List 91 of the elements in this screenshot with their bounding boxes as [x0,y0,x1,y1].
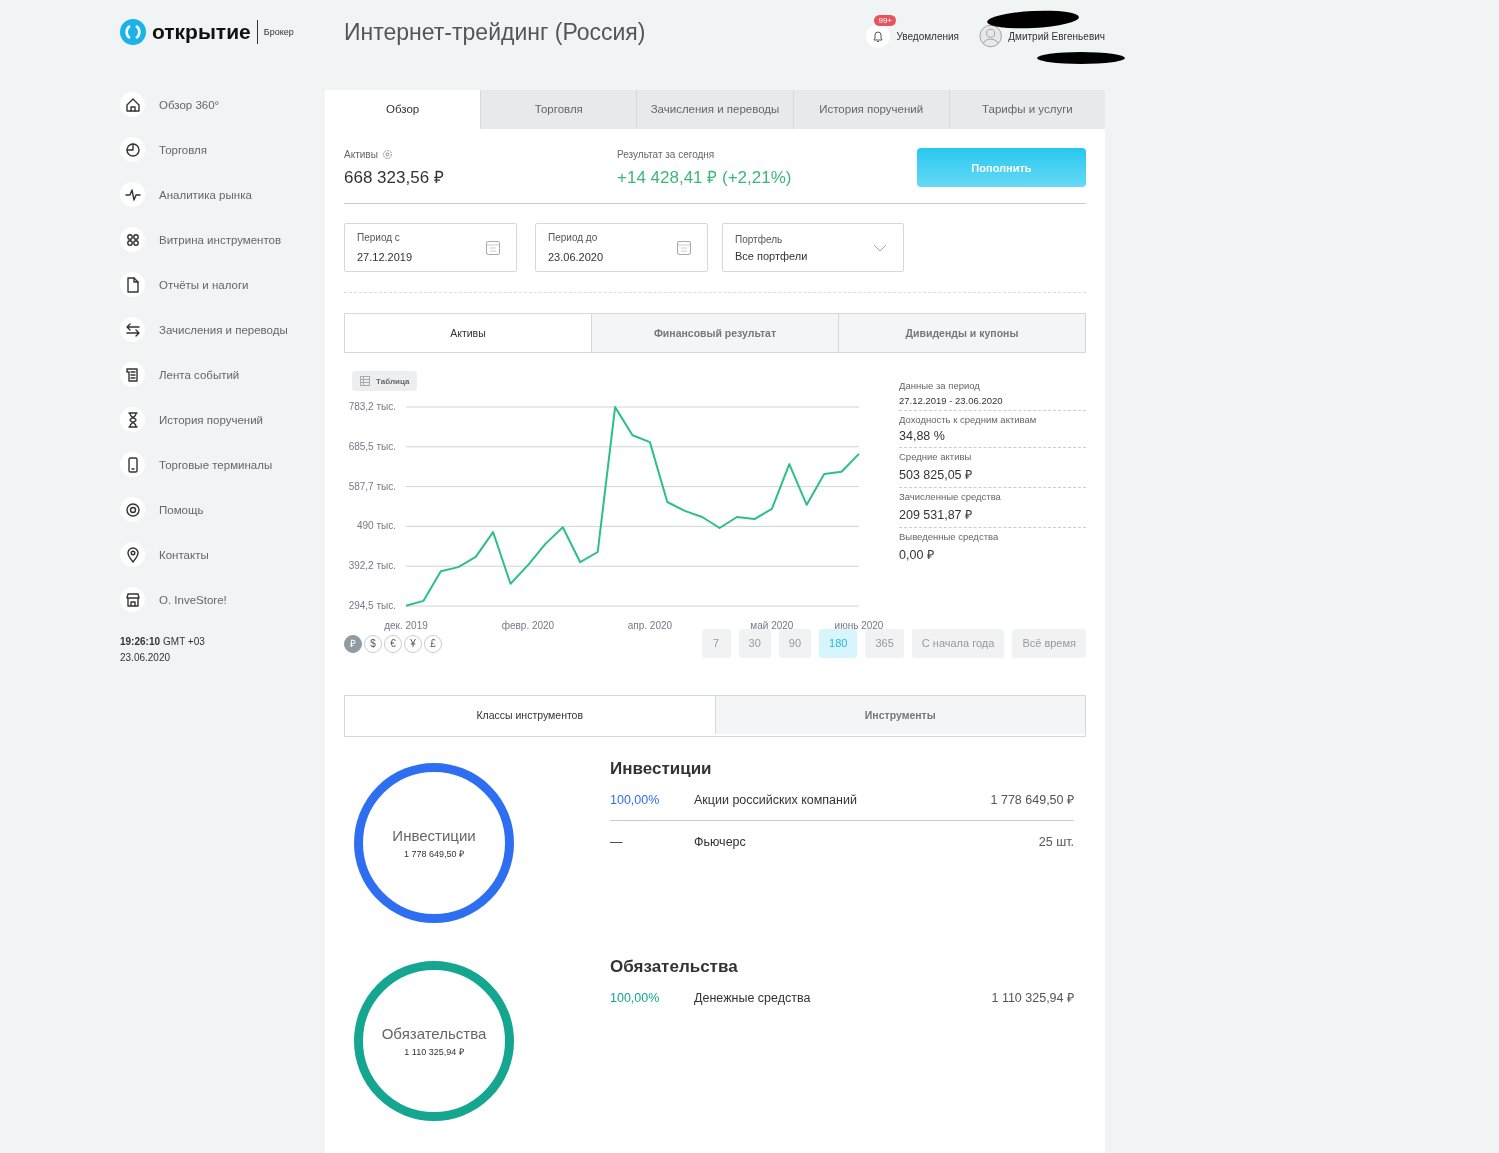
date-text: 23.06.2020 [120,651,172,665]
gear-icon [381,149,393,160]
result-label: Результат за сегодня [617,149,716,160]
tab[interactable]: История поручений [792,90,949,129]
tab[interactable]: Инструменты [714,696,1085,734]
field-label: Период до [548,232,599,243]
calendar-icon [486,240,500,255]
stat-value: 34,88 % [899,429,946,443]
tab[interactable]: Зачисления и переводы [636,90,793,129]
chart-tab[interactable]: Дивиденды и купоны [838,314,1085,352]
stat-value: 503 825,05 ₽ [899,467,974,483]
assets-value: 668 323,56 ₽ [344,167,445,188]
sidebar-item[interactable]: Лента событий [120,352,325,397]
instrument-name: Фьючерс [694,834,747,849]
ring-value: 1 778 649,50 ₽ [403,847,465,860]
amount-value: 1 110 325,94 ₽ [991,990,1074,1006]
table-icon [360,376,370,386]
sidebar-item[interactable]: Зачисления и переводы [120,307,325,352]
sidebar-item[interactable]: Помощь [120,487,325,532]
timezone-text: GMT +03 [163,636,205,647]
sidebar-item[interactable]: Торговые терминалы [120,442,325,487]
instrument-name: Акции российских компаний [694,792,858,807]
amount-value: 1 778 649,50 ₽ [990,792,1074,808]
stat-label: Доходность к средним активам [899,414,1038,425]
table-toggle-button[interactable]: Таблица [352,371,418,391]
group-title: Инвестиции [610,759,713,779]
ring-label: Инвестиции [392,826,476,844]
axis-label: дек. 2019 [384,620,428,631]
portfolio-dropdown[interactable]: Портфель Все портфели [722,223,904,272]
stat-label: Зачисленные средства [899,491,1002,502]
stat-label: Средние активы [899,451,973,462]
axis-label: июнь 2020 [834,620,884,631]
store-icon [123,590,142,609]
field-label: Портфель [735,233,784,245]
sidebar-item[interactable]: Витрина инструментов [120,217,325,262]
avatar-icon [979,23,1003,49]
instrument-name: Денежные средства [694,990,812,1005]
share-value: 100,00% [610,792,661,807]
sidebar-item[interactable]: O. InveStore! [120,577,325,622]
sidebar-item[interactable]: История поручений [120,397,325,442]
share-value: — [610,834,624,849]
notifications-button[interactable]: 99+ Уведомления [866,14,959,50]
logo-icon [120,19,146,45]
result-value: +14 428,41 ₽ (+2,21%) [617,167,793,188]
group-title: Обязательства [610,957,739,977]
lifebuoy-icon [123,500,142,519]
chart-tab[interactable]: Финансовый результат [591,314,838,352]
axis-label: 294,5 тыс. [348,600,396,611]
axis-label: 392,2 тыс. [348,560,396,572]
amount-value: 25 шт. [1038,834,1074,849]
field-label: Период с [357,232,401,243]
share-value: 100,00% [610,990,661,1005]
user-name: Дмитрий Евгеньевич [1008,30,1105,42]
field-value: 23.06.2020 [548,251,604,263]
bell-icon [871,29,886,43]
sidebar-item[interactable]: Контакты [120,532,325,577]
axis-label: май 2020 [750,620,794,631]
axis-label: 587,7 тыс. [348,480,396,492]
stat-label: Данные за период [899,380,981,391]
notification-badge: 99+ [874,15,897,26]
field-value: Все портфели [735,249,808,262]
ring-label: Обязательства [381,1024,487,1042]
stat-value: 209 531,87 ₽ [899,507,974,523]
sidebar-item[interactable]: Аналитика рынка [120,172,325,217]
pie-chart-icon [123,140,142,159]
stat-value: 27.12.2019 - 23.06.2020 [899,395,1004,406]
sidebar-item[interactable]: Обзор 360° [120,82,325,127]
date-field[interactable]: Период до 23.06.2020 [535,223,708,272]
axis-label: апр. 2020 [627,620,673,631]
stat-label: Выведенные средства [899,531,1000,542]
stat-value: 0,00 ₽ [899,547,935,563]
chevron-down-icon [873,243,887,252]
axis-label: 783,2 тыс. [348,401,396,412]
currency-button[interactable]: ₽ [344,634,362,653]
date-field[interactable]: Период с 27.12.2019 [344,223,517,272]
clock-time: 19:26:10 [120,636,161,647]
sidebar-item[interactable]: Торговля [120,127,325,172]
tab[interactable]: Торговля [480,90,637,129]
axis-label: 490 тыс. [357,520,396,532]
ring-value: 1 110 325,94 ₽ [404,1045,464,1058]
tab[interactable]: Тарифы и услуги [948,90,1105,129]
field-value: 27.12.2019 [357,251,413,263]
logo-text: открытие [152,20,258,44]
axis-label: 685,5 тыс. [348,440,396,452]
logo-subtitle: Брокер [263,27,294,37]
axis-label: февр. 2020 [501,620,555,631]
tab[interactable]: Обзор [325,90,481,129]
page-title: Интернет-трейдинг (Россия) [344,18,647,46]
calendar-icon [677,240,691,255]
assets-label: Активы [344,149,378,160]
sidebar-item[interactable]: Отчёты и налоги [120,262,325,307]
